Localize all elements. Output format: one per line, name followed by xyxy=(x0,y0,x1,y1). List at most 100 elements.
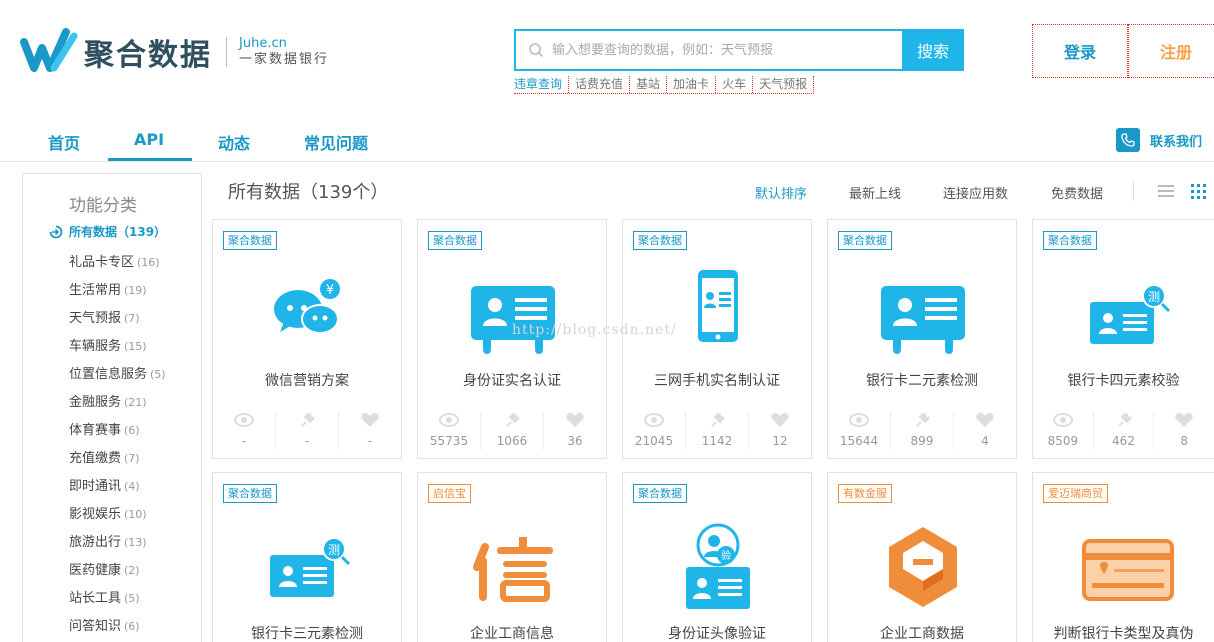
view-count: 55735 xyxy=(429,434,469,448)
api-card[interactable]: 聚合数据 验 身份证头像验证 xyxy=(622,472,812,642)
sort-default[interactable]: 默认排序 xyxy=(755,183,807,202)
category-item[interactable]: 即时通讯 (4) xyxy=(69,475,166,503)
api-card[interactable]: 启信宝 企业工商信息 xyxy=(417,472,607,642)
view-count: 21045 xyxy=(634,434,674,448)
sort-app-count[interactable]: 连接应用数 xyxy=(943,183,1008,202)
phone-id-icon xyxy=(698,270,738,342)
like-count: 8 xyxy=(1180,434,1188,448)
provider-tag: 聚合数据 xyxy=(633,231,687,250)
like-count: 36 xyxy=(567,434,583,448)
provider-tag: 聚合数据 xyxy=(428,231,482,250)
sidebar-title: 功能分类 xyxy=(69,196,137,216)
list-view-icon[interactable] xyxy=(1157,182,1175,200)
api-card[interactable]: 聚合数据 银行卡二元素检测 15644 899 4 xyxy=(827,219,1017,459)
main-nav: 首页 API 动态 常见问题 联系我们 xyxy=(0,120,1214,162)
nav-api[interactable]: API xyxy=(134,130,164,149)
provider-tag: 聚合数据 xyxy=(838,231,892,250)
category-item[interactable]: 天气预报 (7) xyxy=(69,307,166,335)
category-all[interactable]: 所有数据（139） xyxy=(49,223,166,240)
category-item[interactable]: 旅游出行 (13) xyxy=(69,531,166,559)
card-check-icon: 测 xyxy=(270,537,351,597)
api-card[interactable]: 爱迈瑞商贸 判断银行卡类型及真伪 xyxy=(1032,472,1214,642)
id-card-icon xyxy=(471,286,555,354)
grid-view-icon[interactable] xyxy=(1190,182,1208,200)
nav-news[interactable]: 动态 xyxy=(218,130,250,154)
category-item[interactable]: 体育赛事 (6) xyxy=(69,419,166,447)
hot-search-links: 违章查询 话费充值 基站 加油卡 火车 天气预报 xyxy=(514,76,815,94)
category-item[interactable]: 礼品卡专区 (16) xyxy=(69,251,166,279)
plug-icon xyxy=(506,412,520,427)
hex-logo-icon xyxy=(889,527,957,607)
plug-icon xyxy=(301,412,315,427)
card-stats: 55735 1066 36 xyxy=(418,412,606,450)
sort-newest[interactable]: 最新上线 xyxy=(849,183,901,202)
api-name: 判断银行卡类型及真伪 xyxy=(1053,626,1194,642)
api-card[interactable]: 聚合数据 ¥ 微信营销方案 - - - xyxy=(212,219,402,459)
api-name: 身份证实名认证 xyxy=(463,373,561,389)
view-divider xyxy=(1133,181,1134,201)
plug-icon xyxy=(916,412,930,427)
provider-tag: 聚合数据 xyxy=(633,484,687,503)
view-count: 8509 xyxy=(1047,434,1079,448)
provider-tag: 有数金服 xyxy=(838,484,892,503)
nav-home[interactable]: 首页 xyxy=(48,130,80,154)
api-card[interactable]: 有数金服 企业工商数据 xyxy=(827,472,1017,642)
watermark: http://blog.csdn.net/ xyxy=(512,322,677,338)
api-name: 身份证头像验证 xyxy=(668,626,766,642)
sort-free[interactable]: 免费数据 xyxy=(1051,183,1103,202)
category-item[interactable]: 影视娱乐 (10) xyxy=(69,503,166,531)
eye-icon xyxy=(644,413,664,427)
logo-divider xyxy=(226,37,227,67)
auth-buttons: 登录 注册 xyxy=(1032,24,1214,78)
hot-link-train[interactable]: 火车 xyxy=(716,76,754,93)
category-item[interactable]: 车辆服务 (15) xyxy=(69,335,166,363)
header: 聚合数据 Juhe.cn 一家数据银行 搜索 违章查询 话费充值 基站 加油卡 … xyxy=(0,0,1214,100)
search-bar: 搜索 xyxy=(514,29,964,71)
category-item[interactable]: 充值缴费 (7) xyxy=(69,447,166,475)
view-count: 15644 xyxy=(839,434,879,448)
heart-icon[interactable] xyxy=(770,412,790,428)
category-item[interactable]: 医药健康 (2) xyxy=(69,559,166,587)
category-item[interactable]: 位置信息服务 (5) xyxy=(69,363,166,391)
card-stats: - - - xyxy=(213,412,401,450)
api-name: 银行卡四元素校验 xyxy=(1067,373,1180,389)
api-card[interactable]: 聚合数据 测 银行卡三元素检测 xyxy=(212,472,402,642)
api-card[interactable]: 聚合数据 三网手机实名制认证 21045 1142 12 xyxy=(622,219,812,459)
category-item[interactable]: 金融服务 (21) xyxy=(69,391,166,419)
plug-icon xyxy=(711,412,725,427)
category-sidebar: 功能分类 所有数据（139） 礼品卡专区 (16) 生活常用 (19) 天气预报 (7… xyxy=(22,173,202,642)
face-verify-icon: 验 xyxy=(686,523,750,609)
heart-icon[interactable] xyxy=(1174,412,1194,428)
search-input[interactable] xyxy=(552,42,892,58)
category-item[interactable]: 生活常用 (19) xyxy=(69,279,166,307)
id-card-icon xyxy=(881,286,965,354)
api-name: 微信营销方案 xyxy=(265,373,349,389)
api-card[interactable]: 聚合数据 测 银行卡四元素校验 8509 462 8 xyxy=(1032,219,1214,459)
app-count: 1142 xyxy=(701,434,733,448)
api-card[interactable]: 聚合数据 身份证实名认证 55735 1066 36 xyxy=(417,219,607,459)
eye-icon xyxy=(439,413,459,427)
heart-icon[interactable] xyxy=(975,412,995,428)
site-logo[interactable]: 聚合数据 Juhe.cn 一家数据银行 xyxy=(20,28,329,76)
like-count: 12 xyxy=(772,434,788,448)
register-button[interactable]: 注册 xyxy=(1128,24,1214,78)
search-icon xyxy=(529,43,544,58)
hot-link-phone-recharge[interactable]: 话费充值 xyxy=(569,76,631,93)
contact-us-link[interactable]: 联系我们 xyxy=(1116,128,1202,152)
hot-link-traffic-violation[interactable]: 违章查询 xyxy=(514,76,570,93)
hot-link-base-station[interactable]: 基站 xyxy=(630,76,668,93)
heart-icon[interactable] xyxy=(360,412,380,428)
category-item[interactable]: 问答知识 (6) xyxy=(69,615,166,642)
eye-icon xyxy=(1052,413,1073,427)
nav-faq[interactable]: 常见问题 xyxy=(304,130,368,154)
search-button[interactable]: 搜索 xyxy=(902,29,964,71)
brand-slogan: 一家数据银行 xyxy=(239,52,330,67)
app-count: 899 xyxy=(910,434,934,448)
api-name: 企业工商数据 xyxy=(880,626,964,642)
arrow-circle-icon xyxy=(49,225,63,238)
hot-link-fuel-card[interactable]: 加油卡 xyxy=(667,76,717,93)
category-item[interactable]: 站长工具 (5) xyxy=(69,587,166,615)
hot-link-weather[interactable]: 天气预报 xyxy=(753,76,813,93)
login-button[interactable]: 登录 xyxy=(1032,24,1128,78)
heart-icon[interactable] xyxy=(565,412,585,428)
